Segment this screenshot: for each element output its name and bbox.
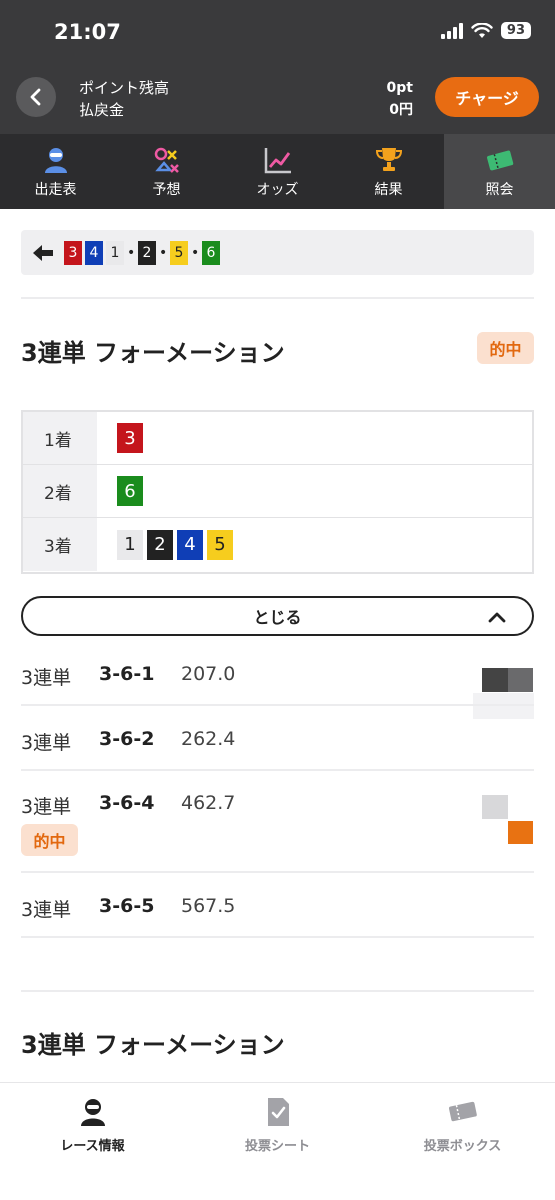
formation-row-values: 6	[97, 465, 532, 517]
chevron-up-icon	[488, 612, 506, 623]
bet-type: 3連単	[21, 899, 72, 921]
back-button[interactable]	[16, 77, 56, 117]
bet-type: 3連単	[21, 796, 72, 818]
odds-value: 262.4	[181, 728, 236, 750]
nav-race-info[interactable]: レース情報	[0, 1083, 185, 1200]
tab-inquiry[interactable]: 照会	[444, 134, 555, 209]
boat-number-3: 3	[64, 240, 82, 265]
wifi-icon	[471, 22, 493, 38]
formation-row-values: 3	[97, 412, 532, 464]
row-divider	[21, 704, 534, 706]
tab-entries[interactable]: 出走表	[0, 134, 111, 209]
tab-prediction[interactable]: 予想	[111, 134, 222, 209]
nav-vote-sheet[interactable]: 投票シート	[185, 1083, 370, 1200]
racer-icon	[41, 145, 71, 175]
formation-row-third: 3着 1 2 4 5	[23, 518, 532, 571]
separator-dot: •	[159, 244, 168, 261]
points-label: ポイント残高	[79, 79, 170, 97]
boat-number-4: 4	[177, 529, 203, 560]
section-title: 3連単 フォーメーション	[21, 339, 285, 367]
combination: 3-6-1	[99, 663, 155, 685]
prediction-icon	[152, 145, 182, 175]
combination: 3-6-4	[99, 792, 155, 814]
row-divider	[21, 936, 534, 938]
tab-odds[interactable]: オッズ	[222, 134, 333, 209]
boat-number-1: 1	[106, 240, 124, 265]
tab-prediction-label: 予想	[152, 181, 181, 198]
separator-dot: •	[127, 244, 136, 261]
tab-entries-label: 出走表	[34, 181, 77, 198]
nav-vote-box-label: 投票ボックス	[423, 1139, 502, 1154]
row-divider	[21, 871, 534, 873]
image-thumbnail	[473, 693, 534, 719]
formation-table: 1着 3 2着 6 3着 1 2 4 5	[21, 410, 534, 574]
status-icons: 93	[440, 22, 531, 39]
ticket-icon	[485, 145, 515, 175]
balance-labels: ポイント残高 払戻金	[79, 77, 169, 121]
points-value: 0pt	[386, 80, 413, 96]
combination: 3-6-5	[99, 895, 155, 917]
payout-label: 払戻金	[79, 101, 125, 119]
result-order-strip: 3 4 1 • 2 • 5 • 6	[21, 230, 534, 275]
close-button[interactable]: とじる	[21, 596, 534, 636]
formation-row-first: 1着 3	[23, 412, 532, 465]
tab-results-label: 結果	[374, 181, 403, 198]
app-header: 21:07 93 ポイント残高 払戻金 0pt 0円 チャージ	[0, 0, 555, 134]
image-thumbnail	[508, 818, 533, 844]
ticket-box-icon	[446, 1095, 480, 1129]
boat-number-1: 1	[117, 529, 143, 560]
combination: 3-6-2	[99, 728, 155, 750]
tab-results[interactable]: 結果	[333, 134, 444, 209]
odds-value: 207.0	[181, 663, 236, 685]
boat-number-6: 6	[117, 476, 143, 506]
row-divider	[21, 769, 534, 771]
race-tabs: 出走表 予想 オッズ 結果 照会	[0, 134, 555, 209]
boat-number-2: 2	[147, 529, 173, 560]
bet-type: 3連単	[21, 667, 72, 689]
formation-row-values: 1 2 4 5	[97, 518, 532, 571]
odds-value: 462.7	[181, 792, 236, 814]
image-thumbnail	[482, 795, 508, 819]
formation-row-second: 2着 6	[23, 465, 532, 518]
formation-row-label: 3着	[23, 518, 97, 571]
boat-number-4: 4	[85, 240, 103, 265]
boat-number-5: 5	[170, 240, 188, 265]
hit-badge: 的中	[21, 824, 78, 856]
trophy-icon	[374, 145, 404, 175]
bottom-nav: レース情報 投票シート 投票ボックス	[0, 1082, 555, 1200]
boat-number-6: 6	[202, 240, 220, 265]
check-sheet-icon	[261, 1095, 295, 1129]
racer-icon	[76, 1095, 110, 1129]
payout-value: 0円	[389, 102, 413, 118]
chevron-left-icon	[30, 88, 41, 106]
hit-badge: 的中	[477, 332, 534, 364]
separator-dot: •	[191, 244, 200, 261]
nav-vote-sheet-label: 投票シート	[244, 1139, 310, 1154]
tab-odds-label: オッズ	[256, 181, 299, 198]
boat-number-3: 3	[117, 423, 143, 453]
odds-chart-icon	[263, 145, 293, 175]
arrow-left-icon	[33, 244, 53, 261]
battery-indicator: 93	[500, 22, 531, 39]
image-thumbnail	[482, 668, 508, 692]
nav-race-info-label: レース情報	[60, 1139, 125, 1154]
image-thumbnail	[508, 668, 533, 692]
charge-button[interactable]: チャージ	[435, 77, 539, 117]
section-title: 3連単 フォーメーション	[21, 1031, 285, 1059]
close-button-label: とじる	[253, 608, 302, 627]
divider	[21, 990, 534, 992]
balance-values: 0pt 0円	[387, 77, 413, 121]
boat-number-2: 2	[138, 240, 156, 265]
divider	[21, 297, 534, 299]
formation-row-label: 2着	[23, 465, 97, 517]
formation-row-label: 1着	[23, 412, 97, 464]
status-time: 21:07	[54, 20, 121, 44]
tab-inquiry-label: 照会	[485, 181, 514, 198]
nav-vote-box[interactable]: 投票ボックス	[370, 1083, 555, 1200]
odds-value: 567.5	[181, 895, 236, 917]
signal-icon	[440, 22, 463, 39]
boat-number-5: 5	[207, 529, 233, 560]
bet-type: 3連単	[21, 732, 72, 754]
